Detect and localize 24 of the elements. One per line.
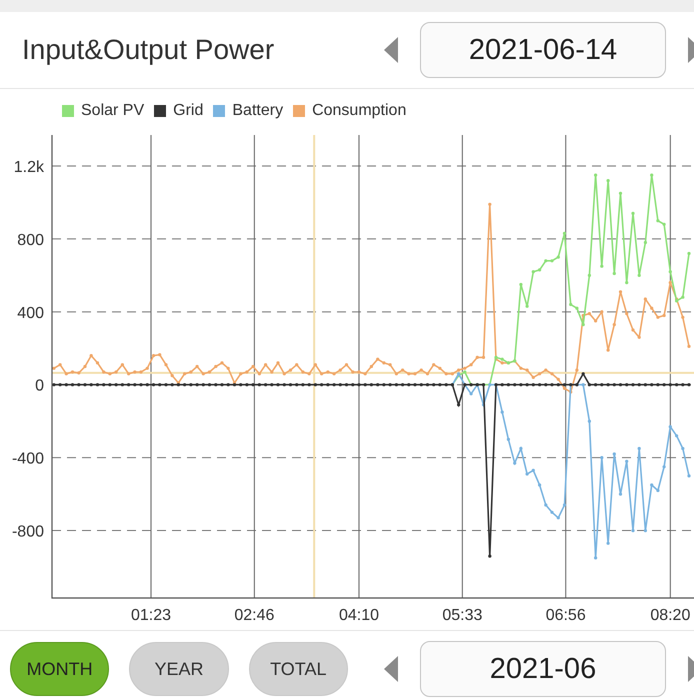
axis-label: 06:56 (546, 607, 586, 624)
range-tab[interactable]: MONTH (10, 642, 110, 696)
date-field[interactable]: 2021-06 (420, 641, 666, 697)
axis-label: 08:20 (650, 607, 690, 624)
left-arrow-icon[interactable] (384, 37, 398, 63)
axis-label: -400 (12, 450, 44, 468)
axis-label: 05:33 (442, 607, 482, 624)
legend-label: Battery (232, 102, 284, 120)
legend-label: Consumption (312, 102, 406, 120)
range-tab[interactable]: TOTAL (248, 642, 348, 696)
axis-label: -800 (12, 524, 44, 541)
axis-label: 0 (35, 378, 44, 395)
axis-label: 04:10 (338, 607, 380, 624)
range-tab[interactable]: YEAR (129, 642, 229, 696)
axis-label: 01:23 (130, 607, 172, 624)
axis-label: 400 (17, 304, 44, 322)
legend-label: Grid (173, 102, 204, 120)
page-title: Input&Output Power (22, 34, 276, 66)
legend-label: Solar PV (81, 102, 144, 120)
date-field[interactable]: 2021-06-14 (420, 22, 666, 78)
left-arrow-icon[interactable] (384, 656, 398, 682)
axis-label: 02:46 (234, 607, 274, 624)
axis-label: 800 (17, 232, 44, 249)
axis-label: 1.2k (14, 159, 44, 176)
